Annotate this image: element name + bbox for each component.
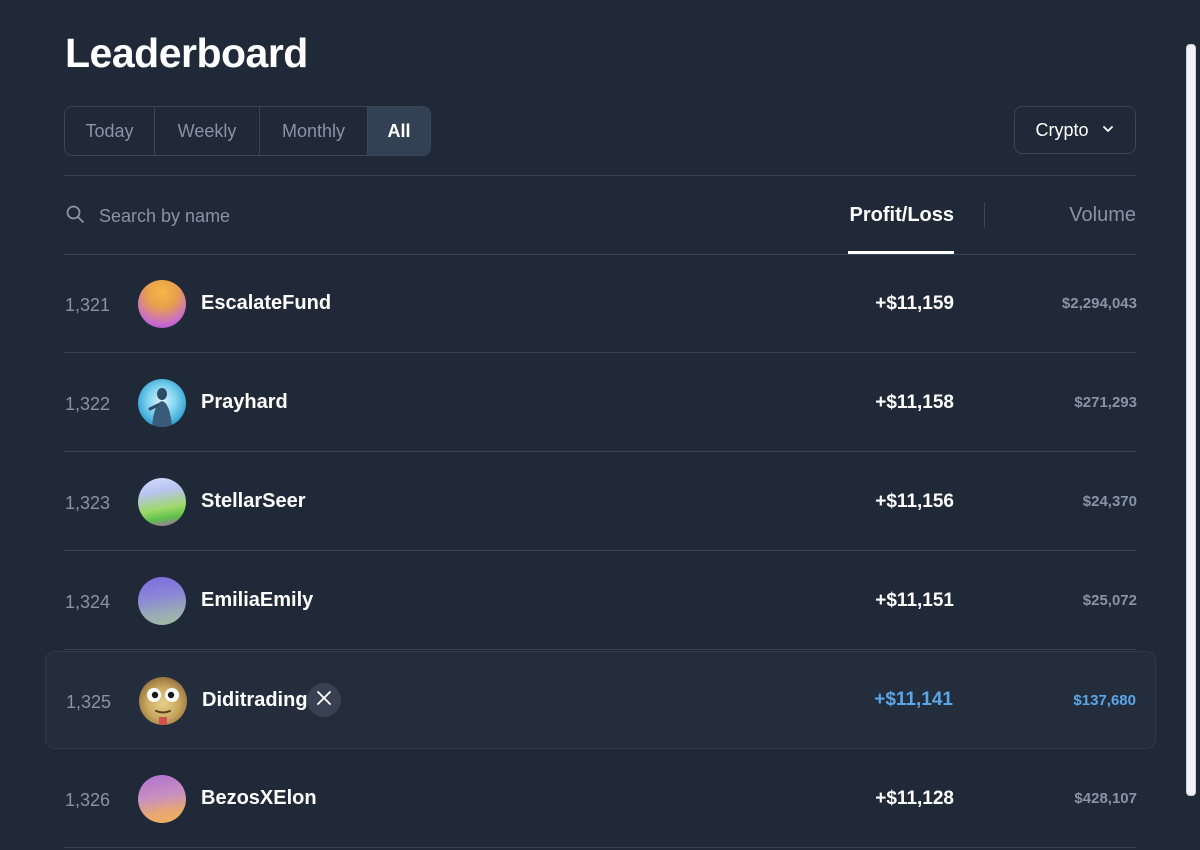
table-row[interactable]: 1,324 EmiliaEmily +$11,151 $25,072 (64, 552, 1137, 650)
avatar (138, 577, 186, 625)
tab-all[interactable]: All (368, 107, 430, 155)
category-select[interactable]: Crypto (1014, 106, 1136, 154)
tab-weekly[interactable]: Weekly (155, 107, 260, 155)
avatar (138, 280, 186, 328)
rank: 1,321 (65, 295, 111, 315)
volume-value: $137,680 (1073, 691, 1136, 709)
user-name[interactable]: Diditrading (202, 652, 308, 748)
user-name[interactable]: Prayhard (201, 354, 288, 451)
category-select-value: Crypto (1035, 119, 1089, 140)
user-name[interactable]: EmiliaEmily (201, 552, 313, 649)
avatar (138, 478, 186, 526)
table-row[interactable]: 1,323 StellarSeer +$11,156 $24,370 (64, 453, 1137, 551)
rank: 1,324 (65, 592, 111, 612)
rank: 1,326 (65, 790, 111, 810)
avatar (139, 677, 187, 725)
profit-loss-value: +$11,151 (875, 589, 954, 611)
period-tabs: Today Weekly Monthly All (64, 106, 431, 156)
rank: 1,325 (66, 691, 112, 712)
profit-loss-value: +$11,141 (874, 689, 953, 710)
volume-value: $428,107 (1074, 790, 1137, 807)
volume-value: $271,293 (1074, 394, 1137, 411)
user-name[interactable]: EscalateFund (201, 255, 331, 352)
volume-value: $24,370 (1082, 493, 1137, 510)
volume-value: $25,072 (1082, 592, 1137, 609)
sort-tab-profit-loss[interactable]: Profit/Loss (850, 196, 954, 236)
rank: 1,322 (65, 394, 111, 414)
table-row[interactable]: 1,326 BezosXElon +$11,128 $428,107 (64, 750, 1137, 848)
x-profile-link[interactable] (307, 683, 341, 717)
table-row-highlighted[interactable]: 1,325 Diditrading +$11,141 $137,680 (45, 651, 1156, 749)
table-row[interactable]: 1,321 EscalateFund +$11,159 $2,294,043 (64, 255, 1137, 353)
tab-monthly[interactable]: Monthly (260, 107, 368, 155)
profit-loss-value: +$11,156 (875, 490, 954, 512)
tab-today[interactable]: Today (65, 107, 155, 155)
chevron-down-icon (1101, 120, 1115, 141)
avatar (138, 379, 186, 427)
x-logo-icon (316, 690, 332, 711)
user-name[interactable]: StellarSeer (201, 453, 306, 550)
profit-loss-value: +$11,128 (875, 787, 954, 809)
table-row[interactable]: 1,322 Prayhard +$11,158 $271,293 (64, 354, 1137, 452)
search-input[interactable] (99, 205, 399, 227)
header-divider (64, 175, 1137, 176)
search-bar (65, 200, 399, 232)
rank: 1,323 (65, 493, 111, 513)
volume-value: $2,294,043 (1061, 295, 1137, 312)
user-name[interactable]: BezosXElon (201, 750, 317, 847)
page-title: Leaderboard (65, 30, 308, 76)
scrollbar[interactable] (1186, 44, 1196, 796)
profit-loss-value: +$11,158 (875, 391, 954, 413)
sort-separator (984, 202, 985, 228)
avatar (138, 775, 186, 823)
search-icon (65, 204, 85, 229)
sort-tab-volume[interactable]: Volume (1069, 196, 1136, 236)
profit-loss-value: +$11,159 (875, 292, 954, 314)
